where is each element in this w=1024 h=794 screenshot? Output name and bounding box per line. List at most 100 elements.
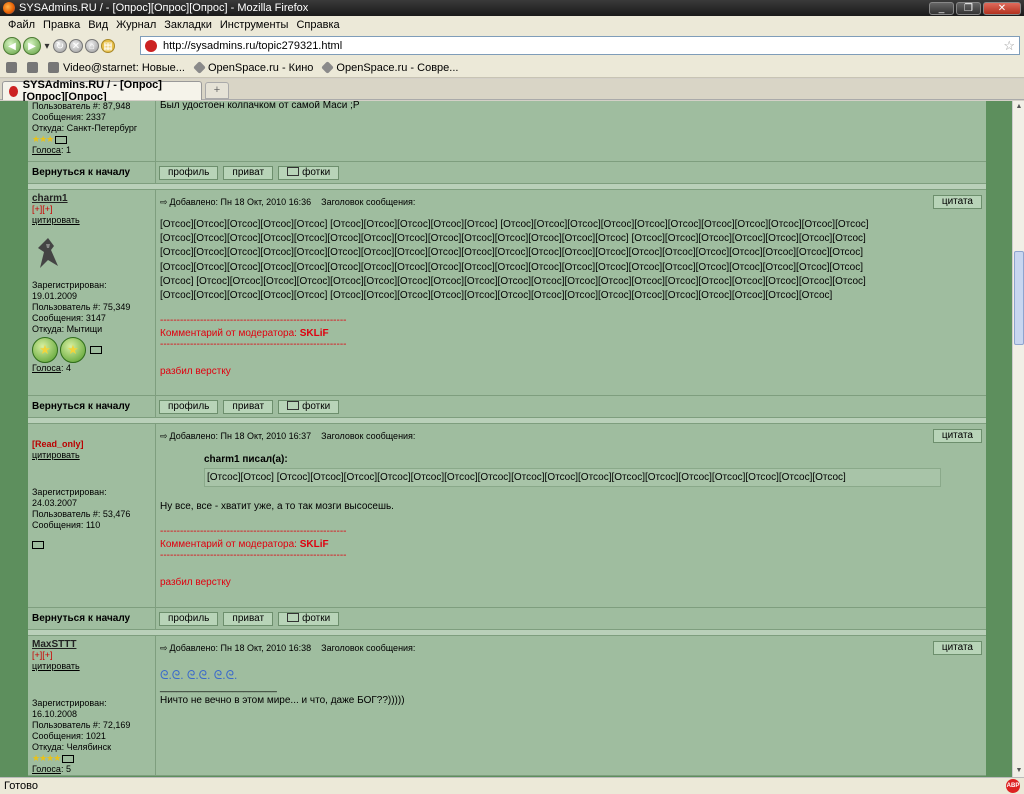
- post-text: [Отсос][Отсос][Отсос][Отсос][Отсос] [Отс…: [160, 218, 982, 303]
- status-text: Готово: [4, 780, 38, 792]
- profile-button[interactable]: профиль: [159, 399, 219, 414]
- cite-button[interactable]: цитата: [932, 195, 982, 209]
- author-rating[interactable]: [+][+]: [32, 650, 151, 661]
- dropdown-history-icon[interactable]: ▾: [43, 39, 51, 53]
- bookmark-item[interactable]: Video@starnet: Новые...: [48, 62, 185, 74]
- author-user-number: Пользователь #: 53,476: [32, 509, 131, 519]
- bookmark-item[interactable]: OpenSpace.ru - Совре...: [321, 61, 459, 74]
- signature-text: Ничто не вечно в этом мире... и что, даж…: [160, 695, 405, 706]
- bookmark-icon[interactable]: [27, 62, 38, 73]
- author-registered: Зарегистрирован:: [32, 487, 107, 497]
- text-line: [Отсос][Отсос][Отсос][Отсос][Отсос][Отсо…: [160, 261, 864, 273]
- scrollbar-thumb[interactable]: [1014, 251, 1024, 345]
- post: charm1 [+][+] цитировать Зарегистрирован…: [28, 190, 986, 396]
- bookmark-label: OpenSpace.ru - Совре...: [336, 61, 459, 74]
- bookmark-star-icon[interactable]: ☆: [1003, 38, 1015, 54]
- post-body: ⇨ Добавлено: Пн 18 Окт, 2010 16:36 Загол…: [156, 190, 986, 395]
- tab-label: SYSAdmins.RU / - [Опрос][Опрос][Опрос]: [22, 79, 162, 103]
- votes-link[interactable]: Голоса: [32, 363, 61, 373]
- back-to-top-link[interactable]: Вернуться к началу: [28, 396, 156, 417]
- quote-link[interactable]: цитировать: [32, 450, 151, 461]
- url-bar[interactable]: http://sysadmins.ru/topic279321.html ☆: [140, 36, 1020, 55]
- rank-stars: ★★★: [32, 134, 54, 144]
- photos-button[interactable]: фотки: [278, 165, 340, 180]
- home-icon[interactable]: ⌂: [85, 39, 99, 53]
- author-user-number: Пользователь #: 87,948: [32, 101, 131, 111]
- bookmark-item[interactable]: OpenSpace.ru - Кино: [193, 61, 313, 74]
- profile-button[interactable]: профиль: [159, 165, 219, 180]
- post-author: MaxSTTT [+][+] цитировать Зарегистрирова…: [28, 636, 156, 775]
- mod-separator: ----------------------------------------…: [160, 315, 347, 327]
- author-name[interactable]: charm1: [32, 193, 151, 204]
- author-rating[interactable]: [+][+]: [32, 204, 151, 215]
- post-header: ⇨ Добавлено: Пн 18 Окт, 2010 16:36 Загол…: [160, 194, 982, 210]
- back-to-top-link[interactable]: Вернуться к началу: [28, 608, 156, 629]
- addon-icon[interactable]: ▦: [101, 39, 115, 53]
- close-button[interactable]: ✕: [983, 1, 1021, 15]
- post-subject-label: Заголовок сообщения:: [321, 643, 416, 653]
- menu-file[interactable]: Файл: [4, 19, 39, 31]
- title-bar: SYSAdmins.RU / - [Опрос][Опрос][Опрос] -…: [0, 0, 1024, 16]
- votes-count: : 1: [60, 145, 71, 155]
- flag-icon: [90, 346, 102, 354]
- vertical-scrollbar[interactable]: ▲ ▼: [1012, 101, 1024, 777]
- post-footer: Вернуться к началу профиль приват фотки: [28, 162, 986, 184]
- post-subject-label: Заголовок сообщения:: [321, 197, 416, 207]
- reload-icon[interactable]: ↻: [53, 39, 67, 53]
- post-footer: Вернуться к началу профиль приват фотки: [28, 396, 986, 418]
- menu-help[interactable]: Справка: [292, 19, 343, 31]
- author-registered: Зарегистрирован:: [32, 698, 107, 708]
- quote-link[interactable]: цитировать: [32, 215, 151, 226]
- menu-bookmarks[interactable]: Закладки: [160, 19, 216, 31]
- cite-button[interactable]: цитата: [932, 641, 982, 655]
- stop-icon[interactable]: ✕: [69, 39, 83, 53]
- minimize-button[interactable]: _: [929, 1, 954, 15]
- menu-bar: Файл Правка Вид Журнал Закладки Инструме…: [0, 16, 1024, 34]
- back-button[interactable]: ◀: [3, 37, 21, 55]
- menu-edit[interactable]: Правка: [39, 19, 84, 31]
- cite-button[interactable]: цитата: [932, 429, 982, 443]
- page-content: Пользователь #: 87,948 Сообщения: 2337 О…: [0, 101, 1012, 777]
- firefox-icon: [3, 2, 15, 14]
- author-reg-date: 24.03.2007: [32, 498, 78, 508]
- photos-label: фотки: [302, 612, 331, 624]
- private-message-button[interactable]: приват: [223, 399, 274, 414]
- votes-count: : 5: [60, 764, 71, 774]
- author-name[interactable]: MaxSTTT: [32, 639, 151, 650]
- votes-link[interactable]: Голоса: [32, 145, 61, 155]
- profile-button[interactable]: профиль: [159, 611, 219, 626]
- post-arrow-icon[interactable]: ⇨: [160, 643, 168, 654]
- new-tab-button[interactable]: +: [205, 82, 229, 99]
- menu-tools[interactable]: Инструменты: [216, 19, 293, 31]
- scroll-up-arrow-icon[interactable]: ▲: [1014, 102, 1024, 112]
- mod-separator: ----------------------------------------…: [160, 526, 347, 537]
- private-message-button[interactable]: приват: [223, 165, 274, 180]
- site-favicon: [9, 85, 18, 97]
- back-to-top-link[interactable]: Вернуться к началу: [28, 162, 156, 183]
- post-arrow-icon[interactable]: ⇨: [160, 197, 168, 208]
- menu-history[interactable]: Журнал: [112, 19, 160, 31]
- maximize-button[interactable]: ❐: [956, 1, 981, 15]
- private-message-button[interactable]: приват: [223, 611, 274, 626]
- text-line: [Отсос][Отсос][Отсос][Отсос][Отсос][Отсо…: [160, 233, 866, 245]
- post-arrow-icon[interactable]: ⇨: [160, 431, 168, 442]
- bookmark-icon[interactable]: [6, 62, 17, 73]
- post-text: Был удостоен колпачком от самой Маси ;P: [160, 101, 360, 111]
- quote-link[interactable]: цитировать: [32, 661, 151, 672]
- tab-active[interactable]: SYSAdmins.RU / - [Опрос][Опрос][Опрос]: [2, 79, 202, 103]
- photos-button[interactable]: фотки: [278, 399, 340, 414]
- forward-button[interactable]: ▶: [23, 37, 41, 55]
- award-medal-icon: ★: [32, 337, 58, 363]
- text-line: [Отсос][Отсос][Отсос][Отсос][Отсос] [Отс…: [160, 290, 833, 302]
- author-name[interactable]: [Read_only]: [32, 439, 151, 450]
- bookmark-diamond-icon: [321, 61, 335, 74]
- navigation-toolbar: ◀ ▶ ▾ ↻ ✕ ⌂ ▦ http://sysadmins.ru/topic2…: [0, 34, 1024, 58]
- photos-button[interactable]: фотки: [278, 611, 340, 626]
- menu-view[interactable]: Вид: [84, 19, 112, 31]
- site-favicon: [145, 39, 157, 52]
- adblock-icon[interactable]: ABP: [1006, 779, 1020, 793]
- scroll-down-arrow-icon[interactable]: ▼: [1014, 766, 1024, 776]
- votes-link[interactable]: Голоса: [32, 764, 61, 774]
- url-text[interactable]: http://sysadmins.ru/topic279321.html: [163, 40, 1003, 52]
- author-location: Откуда: Мытищи: [32, 324, 103, 334]
